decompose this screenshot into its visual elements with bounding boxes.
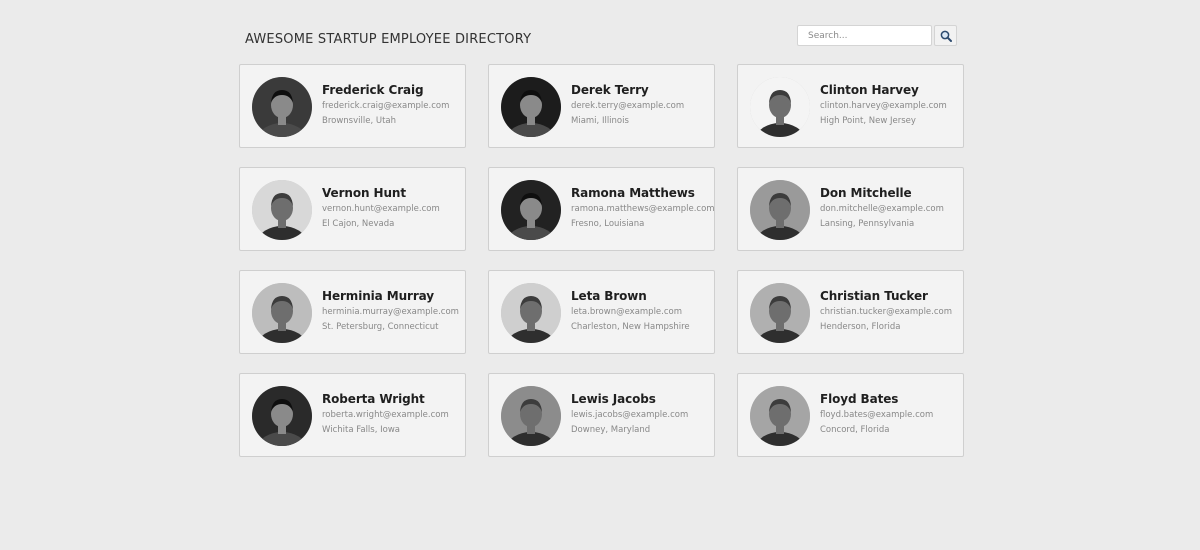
employee-name: Ramona Matthews (571, 186, 695, 200)
employee-name: Frederick Craig (322, 83, 424, 97)
employee-info: Vernon Hunt vernon.hunt@example.com El C… (322, 186, 462, 230)
employee-card[interactable]: Floyd Bates floyd.bates@example.com Conc… (737, 373, 964, 457)
employee-email: herminia.murray@example.com (322, 307, 459, 317)
avatar (252, 386, 312, 446)
employee-location: Brownsville, Utah (322, 116, 397, 126)
employee-info: Roberta Wright roberta.wright@example.co… (322, 392, 462, 436)
employee-location: Miami, Illinois (571, 116, 629, 126)
employee-name: Christian Tucker (820, 289, 928, 303)
employee-card[interactable]: Leta Brown leta.brown@example.com Charle… (488, 270, 715, 354)
employee-info: Ramona Matthews ramona.matthews@example.… (571, 186, 715, 230)
employee-name: Vernon Hunt (322, 186, 406, 200)
employee-location: Charleston, New Hampshire (571, 322, 690, 332)
employee-location: Wichita Falls, Iowa (322, 425, 400, 435)
employee-card[interactable]: Vernon Hunt vernon.hunt@example.com El C… (239, 167, 466, 251)
page-title: AWESOME STARTUP EMPLOYEE DIRECTORY (245, 32, 532, 47)
employee-name: Herminia Murray (322, 289, 435, 303)
employee-card[interactable]: Christian Tucker christian.tucker@exampl… (737, 270, 964, 354)
employee-info: Don Mitchelle don.mitchelle@example.com … (820, 186, 960, 230)
avatar (252, 77, 312, 137)
search-button[interactable] (934, 25, 957, 46)
search-icon (940, 30, 952, 42)
employee-name: Don Mitchelle (820, 186, 912, 200)
employee-card[interactable]: Frederick Craig frederick.craig@example.… (239, 64, 466, 148)
avatar (750, 386, 810, 446)
employee-location: Fresno, Louisiana (571, 219, 645, 229)
employee-card[interactable]: Derek Terry derek.terry@example.com Miam… (488, 64, 715, 148)
employee-name: Leta Brown (571, 289, 647, 303)
employee-email: derek.terry@example.com (571, 101, 685, 111)
employee-name: Roberta Wright (322, 392, 425, 406)
employee-info: Derek Terry derek.terry@example.com Miam… (571, 83, 711, 127)
employee-info: Leta Brown leta.brown@example.com Charle… (571, 289, 711, 333)
avatar (501, 386, 561, 446)
avatar (501, 77, 561, 137)
employee-location: Lansing, Pennsylvania (820, 219, 915, 229)
employee-name: Clinton Harvey (820, 83, 919, 97)
avatar (750, 77, 810, 137)
employee-info: Frederick Craig frederick.craig@example.… (322, 83, 462, 127)
employee-info: Christian Tucker christian.tucker@exampl… (820, 289, 960, 333)
employee-card[interactable]: Clinton Harvey clinton.harvey@example.co… (737, 64, 964, 148)
avatar (252, 283, 312, 343)
employee-card[interactable]: Lewis Jacobs lewis.jacobs@example.com Do… (488, 373, 715, 457)
employee-email: roberta.wright@example.com (322, 410, 449, 420)
employee-location: Henderson, Florida (820, 322, 901, 332)
employee-location: High Point, New Jersey (820, 116, 916, 126)
employee-info: Lewis Jacobs lewis.jacobs@example.com Do… (571, 392, 711, 436)
employee-card[interactable]: Don Mitchelle don.mitchelle@example.com … (737, 167, 964, 251)
employee-location: El Cajon, Nevada (322, 219, 395, 229)
employee-email: clinton.harvey@example.com (820, 101, 947, 111)
employee-email: christian.tucker@example.com (820, 307, 953, 317)
employee-name: Derek Terry (571, 83, 649, 97)
employee-grid: Frederick Craig frederick.craig@example.… (239, 64, 964, 457)
avatar (750, 283, 810, 343)
employee-email: ramona.matthews@example.com (571, 204, 715, 214)
employee-name: Lewis Jacobs (571, 392, 656, 406)
employee-location: Concord, Florida (820, 425, 890, 435)
employee-info: Clinton Harvey clinton.harvey@example.co… (820, 83, 960, 127)
avatar (750, 180, 810, 240)
employee-name: Floyd Bates (820, 392, 899, 406)
employee-card[interactable]: Ramona Matthews ramona.matthews@example.… (488, 167, 715, 251)
employee-card[interactable]: Herminia Murray herminia.murray@example.… (239, 270, 466, 354)
avatar (252, 180, 312, 240)
avatar (501, 180, 561, 240)
employee-email: vernon.hunt@example.com (322, 204, 440, 214)
employee-email: leta.brown@example.com (571, 307, 683, 317)
search-input[interactable] (797, 25, 932, 46)
header: AWESOME STARTUP EMPLOYEE DIRECTORY (245, 24, 963, 54)
employee-email: lewis.jacobs@example.com (571, 410, 689, 420)
employee-location: St. Petersburg, Connecticut (322, 322, 439, 332)
employee-info: Herminia Murray herminia.murray@example.… (322, 289, 462, 333)
employee-email: floyd.bates@example.com (820, 410, 934, 420)
employee-location: Downey, Maryland (571, 425, 651, 435)
employee-card[interactable]: Roberta Wright roberta.wright@example.co… (239, 373, 466, 457)
employee-info: Floyd Bates floyd.bates@example.com Conc… (820, 392, 960, 436)
employee-email: don.mitchelle@example.com (820, 204, 944, 214)
employee-email: frederick.craig@example.com (322, 101, 450, 111)
avatar (501, 283, 561, 343)
